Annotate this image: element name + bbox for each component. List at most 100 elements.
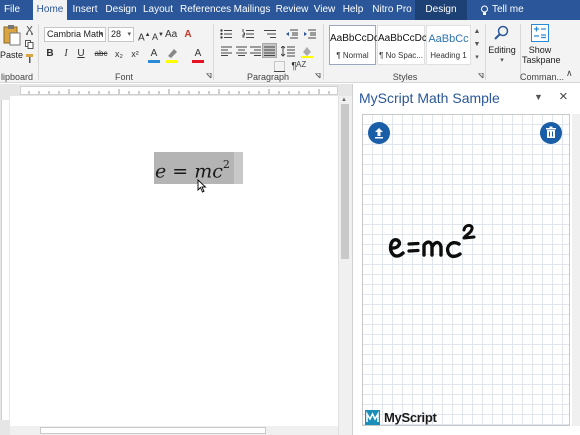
dialog-launcher-icon[interactable]	[315, 73, 321, 79]
separator	[485, 24, 486, 80]
chevron-down-icon: ▾	[127, 31, 131, 38]
style-normal[interactable]: AaBbCcDc ¶ Normal	[329, 25, 379, 65]
tell-me[interactable]: Tell me	[478, 0, 526, 20]
paste-label: Paste	[0, 50, 24, 60]
font-size-value: 28	[111, 29, 122, 39]
scroll-up-icon[interactable]: ▲	[341, 97, 347, 103]
font-color-button[interactable]: A	[192, 47, 204, 63]
format-painter-icon[interactable]	[25, 54, 34, 63]
lightbulb-icon	[481, 5, 488, 15]
collapse-ribbon-icon[interactable]: ∧	[566, 68, 573, 79]
menu-view[interactable]: View	[311, 0, 338, 20]
menu-design-contextual[interactable]: Design	[415, 0, 467, 20]
separator	[38, 24, 39, 80]
menu-layout[interactable]: Layout	[141, 0, 175, 20]
shrink-font-button[interactable]: A▼	[152, 28, 164, 42]
grow-font-button[interactable]: A▲	[138, 28, 151, 43]
clear-formatting-button[interactable]: A	[181, 28, 195, 42]
strikethrough-button[interactable]: abc	[93, 47, 109, 61]
dialog-launcher-icon[interactable]	[206, 73, 212, 79]
menu-insert[interactable]: Insert	[69, 0, 101, 20]
italic-button[interactable]: I	[61, 47, 71, 61]
task-pane-title: MyScript Math Sample	[359, 90, 500, 106]
chevron-down-icon: ▾	[500, 57, 504, 64]
menu-file[interactable]: File	[0, 0, 24, 20]
myscript-logo-icon	[365, 410, 380, 425]
taskpane-label: Taskpane	[522, 55, 561, 65]
task-pane-options-icon[interactable]: ▼	[534, 92, 543, 102]
decrease-indent-icon[interactable]	[286, 29, 298, 39]
change-case-button[interactable]: Aa	[165, 28, 177, 42]
menu-mailings[interactable]: Mailings	[231, 0, 273, 20]
underline-button[interactable]: U	[76, 47, 86, 61]
subscript-button[interactable]: x₂	[113, 47, 125, 61]
menu-design[interactable]: Design	[104, 0, 138, 20]
copy-icon[interactable]	[25, 40, 34, 49]
more-icon: ▾	[475, 54, 479, 61]
multilevel-list-icon[interactable]	[264, 29, 278, 39]
chevron-down-icon: ▼	[473, 41, 481, 48]
menu-references[interactable]: References	[180, 0, 231, 20]
style-name: ¶ Normal	[336, 51, 369, 60]
style-preview: AaBbCc	[428, 33, 469, 45]
style-name: ¶ No Spac...	[379, 51, 423, 60]
justify-icon	[264, 46, 275, 56]
clear-formatting-icon: A	[184, 29, 192, 40]
font-group-label: Font	[114, 72, 133, 82]
commands-group-label: Comman...	[520, 72, 565, 82]
trash-icon	[546, 126, 556, 138]
separator	[323, 24, 324, 80]
task-pane-scrollbar[interactable]	[572, 114, 580, 426]
editing-button[interactable]: Editing ▾	[487, 23, 517, 69]
bullets-icon[interactable]	[220, 29, 234, 39]
shading-icon[interactable]	[301, 46, 313, 58]
handwriting-canvas[interactable]	[362, 114, 570, 426]
style-heading-1[interactable]: AaBbCc Heading 1	[426, 25, 471, 65]
align-right-icon[interactable]	[250, 46, 261, 56]
style-name: Heading 1	[430, 51, 467, 60]
highlighter-icon	[168, 49, 177, 58]
horizontal-ruler[interactable]	[20, 86, 338, 95]
text-effects-button[interactable]: A	[148, 47, 160, 63]
handwritten-equation	[388, 223, 476, 259]
editing-label: Editing	[488, 45, 516, 55]
upload-button[interactable]	[368, 122, 390, 144]
font-size-select[interactable]: 28 ▾	[108, 27, 134, 42]
document-page[interactable]	[10, 96, 338, 435]
bold-button[interactable]: B	[45, 47, 55, 61]
horizontal-scroll-thumb[interactable]	[40, 427, 266, 434]
menu-home[interactable]: Home	[33, 0, 67, 20]
show-taskpane-button[interactable]: Show Taskpane	[522, 23, 561, 69]
paste-button[interactable]: Paste	[0, 24, 24, 64]
styles-scroll[interactable]: ▲ ▼ ▾	[472, 25, 482, 65]
equation-text: e = mc	[155, 160, 223, 183]
myscript-logo-text: MyScript	[384, 410, 437, 425]
dialog-launcher-icon[interactable]	[478, 73, 484, 79]
highlight-button[interactable]	[166, 48, 180, 64]
close-icon[interactable]: ×	[559, 88, 568, 105]
increase-indent-icon[interactable]	[304, 29, 316, 39]
search-icon	[494, 25, 509, 40]
document-scroll-thumb[interactable]	[341, 104, 349, 259]
clipboard-group-label: lipboard	[0, 72, 34, 82]
menu-help[interactable]: Help	[341, 0, 365, 20]
justify-button[interactable]	[262, 43, 277, 58]
superscript-button[interactable]: x²	[129, 47, 141, 61]
menu-review[interactable]: Review	[275, 0, 309, 20]
chevron-up-icon: ▲	[473, 28, 481, 35]
line-spacing-icon[interactable]	[281, 46, 295, 57]
ruler-ticks	[28, 89, 330, 94]
vertical-ruler-track	[1, 100, 9, 420]
align-center-icon[interactable]	[236, 46, 247, 56]
mouse-cursor-icon	[197, 179, 207, 193]
show-label: Show	[528, 45, 552, 55]
calculator-icon	[531, 24, 549, 42]
menu-nitro-pro[interactable]: Nitro Pro	[369, 0, 415, 20]
delete-button[interactable]	[540, 122, 562, 144]
align-left-icon[interactable]	[221, 46, 232, 56]
cut-icon[interactable]	[25, 26, 34, 35]
font-name-value: Cambria Math	[47, 29, 104, 39]
font-name-select[interactable]: Cambria Math ▾	[44, 27, 106, 42]
numbering-icon[interactable]	[242, 29, 256, 39]
style-no-spacing[interactable]: AaBbCcDc ¶ No Spac...	[377, 25, 427, 65]
